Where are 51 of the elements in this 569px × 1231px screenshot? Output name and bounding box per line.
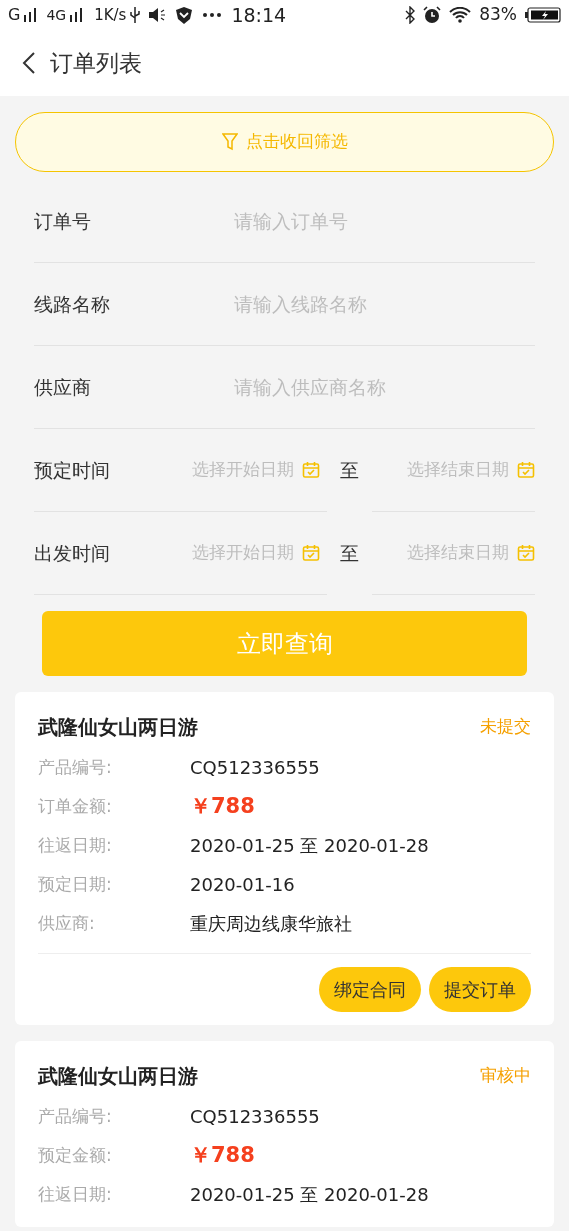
speed-text: 1K/s: [94, 4, 127, 26]
row-label: 往返日期:: [38, 833, 113, 857]
battery-text: 83%: [479, 3, 517, 27]
row-value: CQ512336555: [190, 1105, 320, 1129]
order-status: 审核中: [480, 1064, 531, 1088]
price-text: ￥788: [190, 792, 255, 820]
search-button[interactable]: 立即查询: [42, 611, 527, 676]
row-label: 预定金额:: [38, 1143, 113, 1167]
separator-text: 至: [340, 541, 359, 567]
separator-text: 至: [340, 458, 359, 484]
page-title: 订单列表: [50, 48, 142, 78]
row-value: 2020-01-16: [190, 873, 295, 897]
order-status: 未提交: [480, 715, 531, 739]
calendar-icon: [302, 461, 320, 479]
network-text: 4G: [46, 5, 67, 25]
clock-text: 18:14: [231, 2, 287, 28]
more-icon: [202, 12, 223, 18]
row-label: 产品编号:: [38, 755, 113, 779]
action-button[interactable]: 提交订单: [429, 967, 531, 1012]
bluetooth-icon: [405, 6, 416, 24]
wifi-icon: [449, 7, 472, 23]
calendar-icon: [302, 544, 320, 562]
alarm-icon: [423, 6, 442, 24]
network-text: G: [8, 4, 21, 26]
filter-icon: [221, 133, 238, 151]
price-text: ￥788: [190, 1141, 255, 1169]
field-label: 预定时间: [34, 457, 111, 483]
row-label: 供应商:: [38, 911, 96, 935]
row-value: 2020-01-25 至 2020-01-28: [190, 834, 429, 858]
row-value: 2020-01-25 至 2020-01-28: [190, 1183, 429, 1207]
field-label: 出发时间: [34, 540, 111, 566]
calendar-icon: [517, 461, 535, 479]
calendar-icon: [517, 544, 535, 562]
speaker-icon: [148, 7, 167, 23]
back-icon[interactable]: [22, 51, 36, 75]
shield-icon: [175, 6, 194, 24]
row-label: 订单金额:: [38, 794, 113, 818]
row-value: 重庆周边线康华旅社: [190, 912, 352, 936]
row-label: 预定日期:: [38, 872, 113, 896]
usb-icon: [129, 6, 142, 24]
action-button[interactable]: 绑定合同: [319, 967, 421, 1012]
row-value: CQ512336555: [190, 756, 320, 780]
row-label: 往返日期:: [38, 1182, 113, 1206]
field-label: 线路名称: [34, 291, 111, 317]
row-label: 产品编号:: [38, 1104, 113, 1128]
battery-icon: [525, 7, 561, 23]
filter-toggle-button[interactable]: 点击收回筛选: [15, 112, 554, 172]
order-title: 武隆仙女山两日游: [38, 714, 198, 741]
order-title: 武隆仙女山两日游: [38, 1063, 198, 1090]
field-label: 供应商: [34, 374, 92, 400]
field-label: 订单号: [34, 208, 92, 234]
